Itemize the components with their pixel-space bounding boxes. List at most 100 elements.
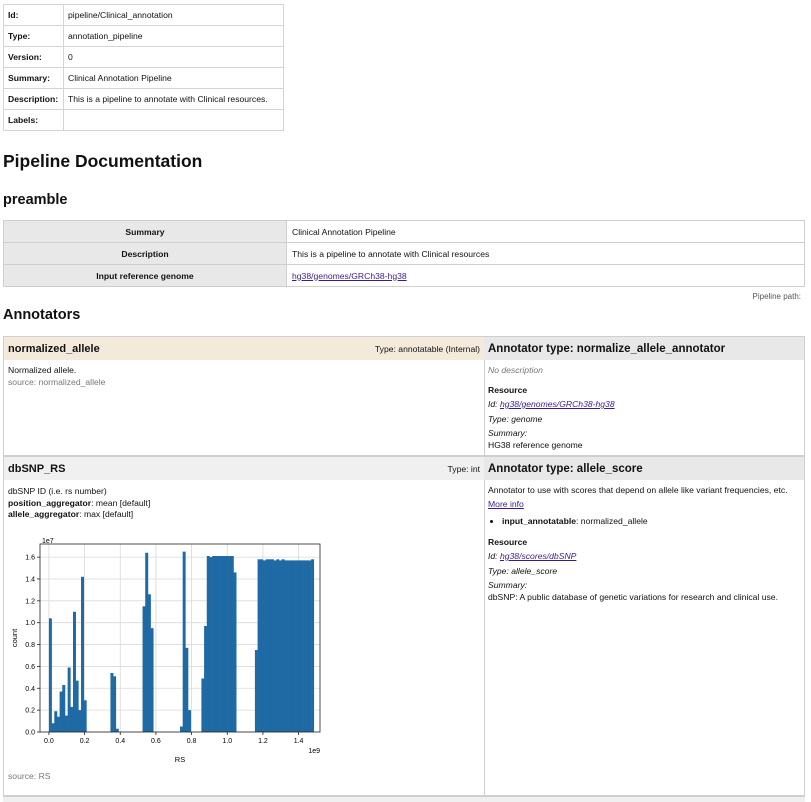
annotator-source: source: normalized_allele bbox=[8, 376, 106, 387]
x-axis-label: RS bbox=[175, 755, 185, 764]
preamble-row: Description This is a pipeline to annotat… bbox=[3, 242, 805, 265]
info-value: Clinical Annotation Pipeline bbox=[63, 67, 284, 89]
allele-aggregator-label: allele_aggregator bbox=[8, 509, 80, 519]
histogram-bar bbox=[260, 559, 264, 732]
histogram-bar bbox=[292, 560, 296, 732]
y-tick-label: 1.0 bbox=[25, 620, 35, 627]
resource-heading: Resource bbox=[488, 536, 528, 547]
resource-summary: dbSNP: A public database of genetic vari… bbox=[488, 591, 778, 602]
info-row-summary: Summary: Clinical Annotation Pipeline bbox=[3, 67, 284, 89]
info-value: annotation_pipeline bbox=[63, 25, 284, 47]
annotators-heading: Annotators bbox=[3, 307, 81, 323]
histogram-bar bbox=[142, 606, 146, 732]
annotator-header: dbSNP_RS Type: int bbox=[4, 457, 484, 480]
histogram-bar bbox=[300, 560, 304, 732]
info-value bbox=[63, 109, 284, 131]
info-value: This is a pipeline to annotate with Clin… bbox=[63, 88, 284, 110]
histogram-bar bbox=[145, 552, 149, 732]
x-offset-label: 1e9 bbox=[308, 748, 320, 755]
histogram-bar bbox=[70, 706, 74, 732]
histogram-bar bbox=[228, 556, 232, 732]
resource-id-link[interactable]: hg38/scores/dbSNP bbox=[500, 551, 576, 561]
annotator-header: normalized_allele Type: annotatable (Int… bbox=[4, 337, 484, 360]
histogram-bar bbox=[212, 556, 216, 732]
histogram-bar bbox=[222, 556, 226, 732]
x-tick-label: 1.4 bbox=[294, 738, 304, 745]
histogram-bar bbox=[284, 560, 288, 732]
preamble-heading: preamble bbox=[3, 192, 68, 208]
annotator-name: normalized_allele bbox=[8, 342, 100, 355]
y-tick-label: 1.4 bbox=[25, 576, 35, 583]
info-key: Description: bbox=[3, 88, 64, 110]
resource-type: Type: genome bbox=[488, 413, 543, 424]
histogram-bar bbox=[265, 559, 269, 732]
resource-summary: HG38 reference genome bbox=[488, 439, 583, 450]
histogram-bar bbox=[204, 625, 208, 732]
x-tick-label: 0.8 bbox=[187, 738, 197, 745]
pipeline-path-label: Pipeline path: bbox=[752, 292, 801, 301]
histogram-bar bbox=[62, 685, 66, 732]
histogram-bar bbox=[225, 556, 229, 732]
position-aggregator-label: position_aggregator bbox=[8, 497, 92, 508]
histogram-bar bbox=[54, 711, 58, 732]
preamble-table: Summary Clinical Annotation Pipeline Desc… bbox=[3, 220, 805, 287]
resource-id-link[interactable]: hg38/genomes/GRCh38-hg38 bbox=[500, 399, 615, 409]
histogram-bar bbox=[308, 560, 312, 732]
preamble-value: hg38/genomes/GRCh38-hg38 bbox=[286, 264, 805, 287]
histogram-bar bbox=[287, 560, 290, 732]
histogram-bar bbox=[278, 560, 282, 732]
histogram-bar bbox=[75, 680, 79, 732]
attribute-list: input_annotatable: normalized_allele bbox=[484, 516, 804, 528]
preamble-row: Input reference genome hg38/genomes/GRCh3… bbox=[3, 264, 805, 287]
preamble-value: Clinical Annotation Pipeline bbox=[286, 220, 805, 243]
preamble-key: Summary bbox=[3, 220, 287, 243]
annotator-right-panel: Annotator type: allele_score Annotator t… bbox=[484, 457, 804, 795]
histogram-bar bbox=[270, 559, 274, 732]
histogram-bar bbox=[214, 556, 218, 732]
histogram-bar bbox=[230, 556, 234, 732]
preamble-row: Summary Clinical Annotation Pipeline bbox=[3, 220, 805, 243]
y-tick-label: 1.2 bbox=[25, 598, 35, 605]
y-tick-label: 0.4 bbox=[25, 686, 35, 693]
info-key: Labels: bbox=[3, 109, 64, 131]
info-value: 0 bbox=[63, 46, 284, 68]
y-tick-label: 0.6 bbox=[25, 664, 35, 671]
histogram-bar bbox=[147, 594, 151, 732]
next-annotator-card-edge bbox=[3, 796, 805, 802]
histogram-bar bbox=[201, 678, 205, 732]
resource-id-label: Id: bbox=[488, 399, 498, 409]
annotator-type: Type: int bbox=[447, 463, 480, 474]
histogram-bar bbox=[254, 650, 258, 732]
histogram-bar bbox=[182, 551, 186, 732]
info-key: Id: bbox=[3, 4, 64, 26]
annotator-card-dbsnp-rs: dbSNP_RS Type: int dbSNP ID (i.e. rs num… bbox=[3, 456, 805, 796]
preamble-key: Description bbox=[3, 242, 287, 265]
histogram-bar bbox=[180, 726, 183, 732]
info-row-version: Version: 0 bbox=[3, 46, 284, 68]
histogram-bar bbox=[305, 560, 309, 732]
histogram-bar bbox=[78, 710, 82, 732]
info-value: pipeline/Clinical_annotation bbox=[63, 4, 284, 26]
histogram-bar bbox=[64, 715, 68, 732]
annotator-type-description: No description bbox=[488, 365, 543, 375]
more-info-link[interactable]: More info bbox=[488, 499, 524, 509]
histogram-bar bbox=[115, 728, 119, 732]
histogram-bar bbox=[289, 560, 293, 732]
histogram-bar bbox=[150, 628, 154, 732]
histogram-bar bbox=[273, 560, 277, 732]
histogram-bar bbox=[276, 559, 280, 732]
resource-id: Id: hg38/genomes/GRCh38-hg38 bbox=[484, 399, 804, 411]
position-aggregator-value: : mean [default] bbox=[91, 497, 151, 508]
annotator-right-panel: Annotator type: normalize_allele_annotat… bbox=[484, 337, 804, 455]
y-tick-label: 1.6 bbox=[25, 555, 35, 562]
annotator-left-panel: normalized_allele Type: annotatable (Int… bbox=[4, 337, 485, 455]
reference-genome-link[interactable]: hg38/genomes/GRCh38-hg38 bbox=[292, 271, 407, 281]
annotator-type: Type: annotatable (Internal) bbox=[374, 343, 480, 354]
histogram-bar bbox=[295, 560, 299, 732]
page-title: Pipeline Documentation bbox=[3, 151, 203, 171]
histogram-chart: 0.0 0.2 0.4 0.6 0.8 1.0 1.2 1.4 0.0 0.2 0.4 0.6 0.8 1… bbox=[10, 538, 321, 764]
annotator-type-title: Annotator type: normalize_allele_annotat… bbox=[484, 337, 804, 360]
histogram-bar bbox=[209, 557, 213, 732]
annotator-type-description: Annotator to use with scores that depend… bbox=[488, 485, 788, 495]
annotator-description: Normalized allele. bbox=[8, 365, 77, 375]
